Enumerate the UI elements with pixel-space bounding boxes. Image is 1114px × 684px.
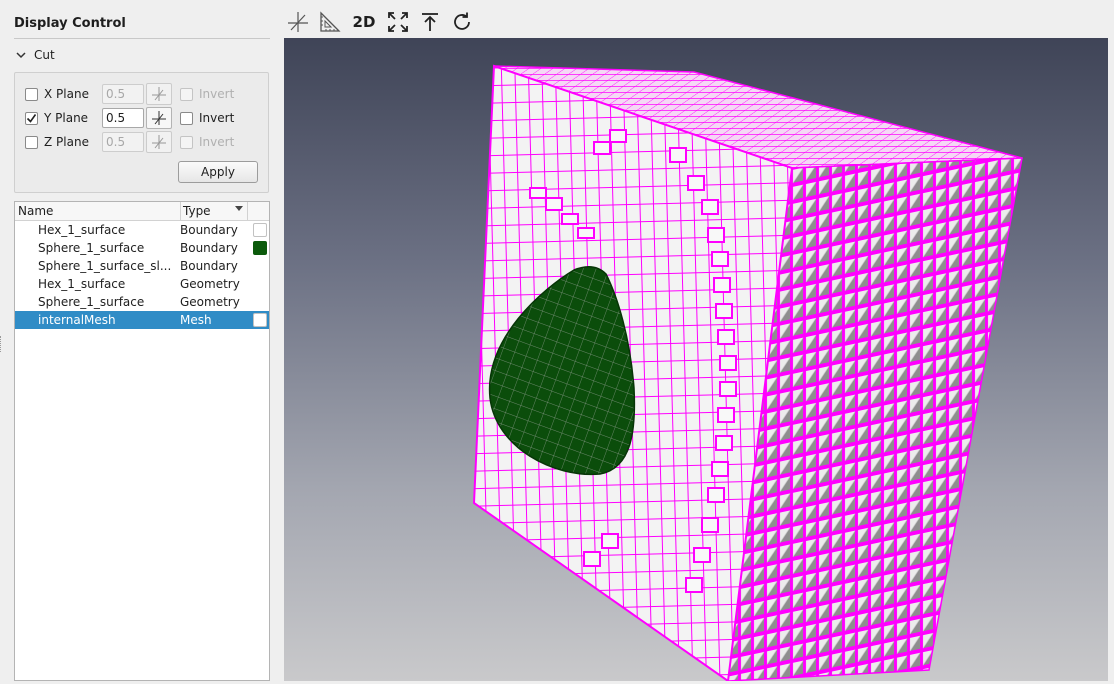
title-divider — [14, 38, 270, 39]
column-header-color — [248, 202, 269, 220]
reset-view-button[interactable] — [448, 8, 476, 36]
apply-button[interactable]: Apply — [178, 161, 258, 183]
row-type: Boundary — [180, 259, 238, 273]
x-plane-pick-button[interactable] — [146, 83, 172, 105]
x-plane-value-input[interactable] — [102, 84, 144, 104]
row-type: Boundary — [180, 223, 238, 237]
z-plane-invert-label: Invert — [199, 135, 235, 149]
column-header-name[interactable]: Name — [15, 202, 181, 220]
cut-section-label: Cut — [34, 48, 55, 62]
measure-button[interactable] — [316, 8, 344, 36]
view-toolbar: 2D — [284, 6, 480, 38]
row-name: internalMesh — [38, 313, 116, 327]
y-plane-value-input[interactable] — [102, 108, 144, 128]
fit-view-button[interactable] — [384, 8, 412, 36]
plane-pick-icon — [152, 111, 166, 125]
z-plane-invert[interactable]: Invert — [180, 135, 234, 149]
y-plane-label: Y Plane — [44, 111, 89, 125]
3d-viewport[interactable] — [284, 38, 1108, 681]
color-swatch[interactable] — [253, 313, 267, 327]
row-type: Geometry — [180, 295, 240, 309]
y-plane-invert[interactable]: Invert — [180, 111, 234, 125]
y-plane-checkbox[interactable] — [25, 111, 38, 125]
plane-pick-icon — [152, 135, 166, 149]
tree-row[interactable]: Hex_1_surface Boundary — [15, 221, 269, 239]
fit-view-icon — [388, 12, 408, 32]
color-swatch[interactable] — [253, 223, 267, 237]
z-plane-row: Z Plane Invert — [25, 131, 234, 153]
tree-header: Name Type — [15, 202, 269, 221]
tree-row[interactable]: Sphere_1_surface Geometry — [15, 293, 269, 311]
row-type: Geometry — [180, 277, 240, 291]
x-plane-invert-label: Invert — [199, 87, 235, 101]
y-plane-pick-button[interactable] — [146, 107, 172, 129]
panel-title: Display Control — [14, 16, 126, 31]
row-name: Sphere_1_surface — [38, 295, 145, 309]
x-plane-invert[interactable]: Invert — [180, 87, 234, 101]
object-tree[interactable]: Name Type Hex_1_surface Boundary Sphere_… — [14, 201, 270, 681]
tree-row[interactable]: Sphere_1_surface Boundary — [15, 239, 269, 257]
2d-view-button[interactable]: 2D — [348, 8, 380, 36]
y-plane-invert-checkbox[interactable] — [180, 111, 193, 125]
row-name: Hex_1_surface — [38, 277, 126, 291]
y-plane-invert-label: Invert — [199, 111, 235, 125]
z-plane-value-input[interactable] — [102, 132, 144, 152]
row-type: Boundary — [180, 241, 238, 255]
row-name: Sphere_1_surface_sl... — [38, 259, 172, 273]
chevron-down-icon — [14, 48, 28, 62]
column-header-type[interactable]: Type — [181, 202, 248, 220]
tree-row-selected[interactable]: internalMesh Mesh — [15, 311, 269, 329]
panel-splitter[interactable] — [278, 0, 282, 684]
mesh-render — [472, 64, 1023, 681]
view-up-button[interactable] — [416, 8, 444, 36]
y-plane-row: Y Plane Invert — [25, 107, 234, 129]
reset-rotate-icon — [454, 12, 470, 30]
view-up-icon — [422, 13, 438, 31]
cut-group: X Plane Invert Y Plane Invert Z Plane — [14, 72, 269, 193]
z-plane-pick-button[interactable] — [146, 131, 172, 153]
tree-row[interactable]: Sphere_1_surface_sl... Boundary — [15, 257, 269, 275]
row-name: Sphere_1_surface — [38, 241, 145, 255]
color-swatch[interactable] — [253, 241, 267, 255]
plane-pick-icon — [152, 87, 166, 101]
x-plane-invert-checkbox[interactable] — [180, 87, 193, 101]
checkmark-icon — [26, 113, 37, 123]
x-plane-row: X Plane Invert — [25, 83, 234, 105]
axes-button[interactable] — [284, 8, 312, 36]
z-plane-label: Z Plane — [44, 135, 89, 149]
row-type: Mesh — [180, 313, 212, 327]
x-plane-label: X Plane — [44, 87, 89, 101]
sort-descending-icon — [235, 206, 243, 211]
x-plane-checkbox[interactable] — [25, 87, 38, 101]
row-name: Hex_1_surface — [38, 223, 126, 237]
tree-row[interactable]: Hex_1_surface Geometry — [15, 275, 269, 293]
column-header-type-label: Type — [183, 204, 211, 218]
z-plane-checkbox[interactable] — [25, 135, 38, 149]
left-edge-handle[interactable] — [0, 336, 4, 352]
z-plane-invert-checkbox[interactable] — [180, 135, 193, 149]
ruler-triangle-icon — [320, 11, 341, 32]
cut-section-toggle[interactable]: Cut — [14, 46, 55, 64]
axes-icon — [288, 12, 308, 32]
